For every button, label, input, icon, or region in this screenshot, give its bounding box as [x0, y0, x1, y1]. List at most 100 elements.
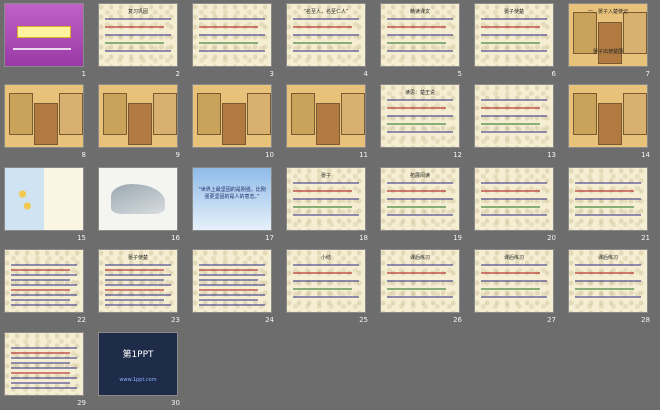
slide-title: 小结	[320, 255, 331, 261]
slide-thumbnail-28[interactable]: 课后练习	[568, 249, 648, 313]
slide-number: 15	[77, 234, 86, 242]
slide-thumbnail-2[interactable]: 复习巩固	[98, 3, 178, 67]
slide-thumbnail-26[interactable]: 课后练习	[380, 249, 460, 313]
text-line	[199, 304, 265, 306]
slide-thumbnail-10[interactable]	[192, 84, 272, 148]
slide-title: 课后练习	[503, 255, 524, 261]
text-line	[293, 296, 359, 298]
slide-thumbnail-22[interactable]	[4, 249, 84, 313]
slide-thumbnail-25[interactable]: 小结	[286, 249, 366, 313]
comic-panel	[34, 103, 58, 145]
slide-thumbnail-27[interactable]: 课后练习	[474, 249, 554, 313]
comic-panel	[103, 93, 127, 135]
slide-thumbnail-23[interactable]: 晏子使楚	[98, 249, 178, 313]
slide-number: 29	[77, 399, 86, 407]
text-line	[481, 198, 547, 200]
text-line	[387, 115, 453, 117]
slide-thumbnail-16[interactable]	[98, 167, 178, 231]
slide-thumbnail-5[interactable]: 精读课文	[380, 3, 460, 67]
text-line	[11, 284, 77, 286]
text-line	[105, 26, 164, 28]
text-line	[575, 198, 641, 200]
text-line	[481, 42, 540, 44]
slide-thumbnail-6[interactable]: 晏子使楚	[474, 3, 554, 67]
text-line	[105, 304, 171, 306]
comic-panel	[291, 93, 315, 135]
text-line	[105, 18, 171, 20]
slide-thumbnail-3[interactable]	[192, 3, 272, 67]
slide-thumbnail-17[interactable]: “世界上最坚固的是刚强，比刚强更坚固的是人的意志。”	[192, 167, 272, 231]
text-line	[387, 182, 453, 184]
text-line	[387, 34, 453, 36]
text-line	[481, 182, 547, 184]
text-line	[481, 272, 540, 274]
slide-title: “名至人，名至仁人”	[303, 9, 349, 15]
comic-panel	[316, 103, 340, 145]
slide-thumbnail-19[interactable]: 拓展阅读	[380, 167, 460, 231]
text-line	[481, 264, 547, 266]
comic-panel	[598, 22, 622, 64]
comic-panel	[222, 103, 246, 145]
text-line	[105, 289, 164, 291]
text-line	[575, 182, 641, 184]
text-line	[293, 34, 359, 36]
slide-thumbnail-12[interactable]: 读思：楚王说	[380, 84, 460, 148]
text-line	[481, 115, 547, 117]
slide-thumbnail-8[interactable]	[4, 84, 84, 148]
text-line	[199, 274, 265, 276]
slide-number: 6	[551, 70, 556, 78]
slide-title: 晏子使楚	[127, 255, 148, 261]
slide-thumbnail-1[interactable]	[4, 3, 84, 67]
slide-title: 精读课文	[409, 9, 430, 15]
text-line	[199, 279, 258, 281]
text-line	[481, 214, 547, 216]
text-line	[11, 372, 70, 374]
text-line	[105, 284, 171, 286]
slide-thumbnail-18[interactable]: 晏子	[286, 167, 366, 231]
text-line	[199, 18, 265, 20]
slide-number: 28	[641, 316, 650, 324]
text-line	[575, 288, 634, 290]
slide-title: 一、晏子入楚使记	[587, 9, 628, 15]
text-line	[387, 99, 453, 101]
slide-thumbnail-30[interactable]: 第1PPT www.1ppt.com	[98, 332, 178, 396]
text-line	[199, 289, 258, 291]
comic-panel	[247, 93, 271, 135]
slide-thumbnail-4[interactable]: “名至人，名至仁人”	[286, 3, 366, 67]
slide-thumbnail-11[interactable]	[286, 84, 366, 148]
slide-number: 21	[641, 234, 650, 242]
slide-thumbnail-7[interactable]: 一、晏子入楚使记 晏子出使楚国	[568, 3, 648, 67]
slide-number: 25	[359, 316, 368, 324]
comic-panel	[197, 93, 221, 135]
text-line	[481, 280, 547, 282]
slide-thumbnail-14[interactable]	[568, 84, 648, 148]
slide-number: 26	[453, 316, 462, 324]
text-line	[575, 190, 634, 192]
mountain-painting	[111, 184, 165, 214]
slide-thumbnail-29[interactable]	[4, 332, 84, 396]
text-line	[293, 272, 352, 274]
slide-thumbnail-20[interactable]	[474, 167, 554, 231]
slide-number: 5	[457, 70, 462, 78]
slide-thumbnail-21[interactable]	[568, 167, 648, 231]
slide-thumbnail-9[interactable]	[98, 84, 178, 148]
text-line	[11, 387, 77, 389]
text-line	[105, 294, 171, 296]
text-line	[11, 362, 70, 364]
slide-number: 19	[453, 234, 462, 242]
text-line	[11, 269, 70, 271]
text-line	[387, 18, 453, 20]
slide-number: 7	[645, 70, 650, 78]
slide-title: “世界上最坚固的是刚强，比刚强更坚固的是人的意志。”	[198, 187, 266, 200]
slide-thumbnail-15[interactable]	[4, 167, 84, 231]
comic-panel	[341, 93, 365, 135]
comic-panel	[153, 93, 177, 135]
slide-title: 拓展阅读	[409, 173, 430, 179]
text-line	[575, 296, 641, 298]
text-line	[105, 279, 164, 281]
slide-thumbnail-24[interactable]	[192, 249, 272, 313]
text-line	[293, 190, 352, 192]
slide-number: 4	[363, 70, 368, 78]
text-line	[199, 294, 265, 296]
slide-thumbnail-13[interactable]	[474, 84, 554, 148]
